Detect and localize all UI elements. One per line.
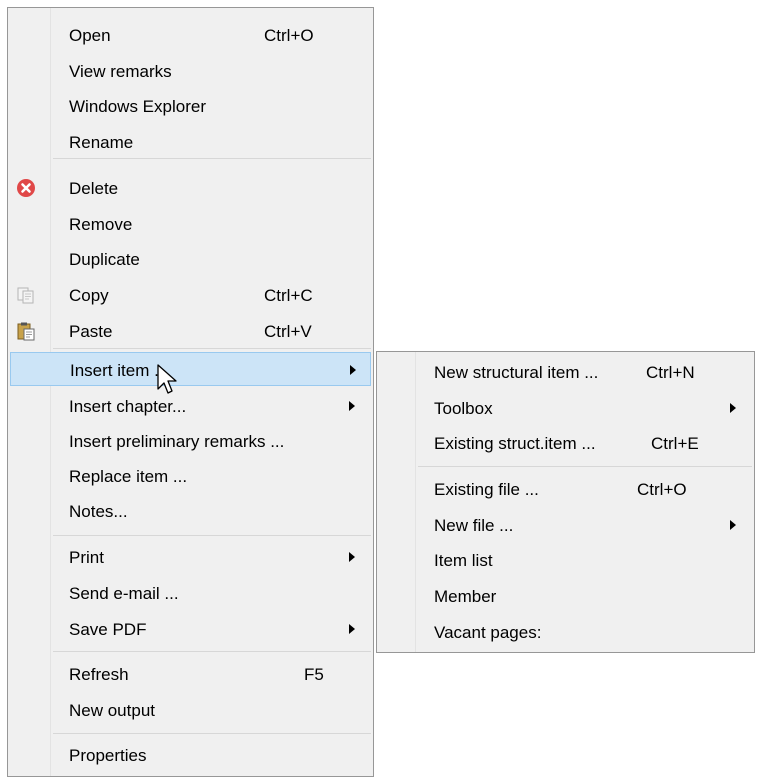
menu-item-label: New output (69, 701, 155, 720)
menu-item-copy[interactable]: Copy Ctrl+C (10, 278, 371, 312)
menu-item-label: Paste (69, 322, 113, 341)
menu-item-label: Copy (69, 286, 109, 305)
menu-item-new-structural-item[interactable]: New structural item ... Ctrl+N (379, 355, 752, 389)
mouse-cursor-icon (157, 364, 177, 394)
menu-item-label: Existing struct.item ... (434, 434, 596, 453)
menu-item-label: Insert preliminary remarks ... (69, 432, 285, 451)
menu-item-label: Open (69, 26, 111, 45)
menu-item-label: Insert item ... (70, 361, 169, 380)
menu-item-windows-explorer[interactable]: Windows Explorer (10, 89, 371, 123)
menu-item-label: View remarks (69, 62, 172, 81)
menu-item-print[interactable]: Print (10, 540, 371, 574)
submenu-arrow-icon (349, 624, 355, 634)
menu-item-label: Save PDF (69, 620, 147, 639)
menu-item-shortcut: Ctrl+O (637, 480, 687, 499)
menu-item-delete[interactable]: Delete (10, 171, 371, 205)
menu-item-shortcut: Ctrl+V (264, 322, 312, 341)
menu-item-label: Toolbox (434, 399, 493, 418)
menu-separator (53, 651, 371, 652)
menu-item-shortcut: Ctrl+C (264, 286, 313, 305)
menu-item-new-output[interactable]: New output (10, 693, 371, 727)
submenu-arrow-icon (349, 401, 355, 411)
context-menu: Open Ctrl+O View remarks Windows Explore… (7, 7, 374, 777)
menu-item-view-remarks[interactable]: View remarks (10, 54, 371, 88)
menu-item-label: Notes... (69, 502, 128, 521)
menu-separator (53, 733, 371, 734)
menu-separator (418, 466, 752, 467)
menu-item-shortcut: Ctrl+E (651, 434, 699, 453)
menu-separator (53, 158, 371, 159)
menu-item-insert-chapter[interactable]: Insert chapter... (10, 389, 371, 423)
submenu-arrow-icon (730, 403, 736, 413)
menu-item-send-email[interactable]: Send e-mail ... (10, 576, 371, 610)
menu-item-item-list[interactable]: Item list (379, 543, 752, 577)
menu-item-duplicate[interactable]: Duplicate (10, 242, 371, 276)
menu-item-member[interactable]: Member (379, 579, 752, 613)
menu-item-label: Rename (69, 133, 134, 152)
menu-item-label: Existing file ... (434, 480, 539, 499)
menu-item-shortcut: F5 (304, 665, 324, 684)
submenu-arrow-icon (349, 552, 355, 562)
menu-item-properties[interactable]: Properties (10, 738, 371, 772)
menu-item-label: Duplicate (69, 250, 140, 269)
menu-item-label: Member (434, 587, 497, 606)
submenu-arrow-icon (730, 520, 736, 530)
menu-item-label: Print (69, 548, 104, 567)
menu-item-open[interactable]: Open Ctrl+O (10, 18, 371, 52)
menu-item-existing-file[interactable]: Existing file ... Ctrl+O (379, 472, 752, 506)
menu-item-label: New file ... (434, 516, 514, 535)
menu-item-label: Replace item ... (69, 467, 188, 486)
menu-item-new-file[interactable]: New file ... (379, 508, 752, 542)
menu-separator (53, 535, 371, 536)
menu-item-label: Item list (434, 551, 493, 570)
menu-item-label: New structural item ... (434, 363, 599, 382)
menu-item-label: Windows Explorer (69, 97, 206, 116)
menu-item-notes[interactable]: Notes... (10, 494, 371, 528)
menu-item-vacant-pages[interactable]: Vacant pages: (379, 615, 752, 649)
menu-item-label: Properties (69, 746, 147, 765)
menu-item-existing-struct-item[interactable]: Existing struct.item ... Ctrl+E (379, 426, 752, 460)
menu-separator (53, 348, 371, 349)
copy-icon (16, 285, 36, 305)
paste-icon (16, 321, 36, 341)
menu-item-label: Send e-mail ... (69, 584, 179, 603)
menu-item-remove[interactable]: Remove (10, 207, 371, 241)
menu-item-save-pdf[interactable]: Save PDF (10, 612, 371, 646)
menu-item-replace-item[interactable]: Replace item ... (10, 459, 371, 493)
menu-item-refresh[interactable]: Refresh F5 (10, 657, 371, 691)
submenu-arrow-icon (350, 365, 356, 375)
delete-icon (16, 178, 36, 198)
menu-item-rename[interactable]: Rename (10, 125, 371, 159)
menu-item-label: Remove (69, 215, 133, 234)
menu-item-label: Refresh (69, 665, 129, 684)
menu-item-insert-preliminary-remarks[interactable]: Insert preliminary remarks ... (10, 424, 371, 458)
menu-item-paste[interactable]: Paste Ctrl+V (10, 314, 371, 348)
menu-item-label: Vacant pages: (434, 623, 542, 642)
menu-item-shortcut: Ctrl+N (646, 363, 695, 382)
menu-item-insert-item[interactable]: Insert item ... (10, 352, 371, 386)
menu-item-toolbox[interactable]: Toolbox (379, 391, 752, 425)
menu-item-label: Delete (69, 179, 119, 198)
insert-item-submenu: New structural item ... Ctrl+N Toolbox E… (376, 351, 755, 653)
menu-item-shortcut: Ctrl+O (264, 26, 314, 45)
